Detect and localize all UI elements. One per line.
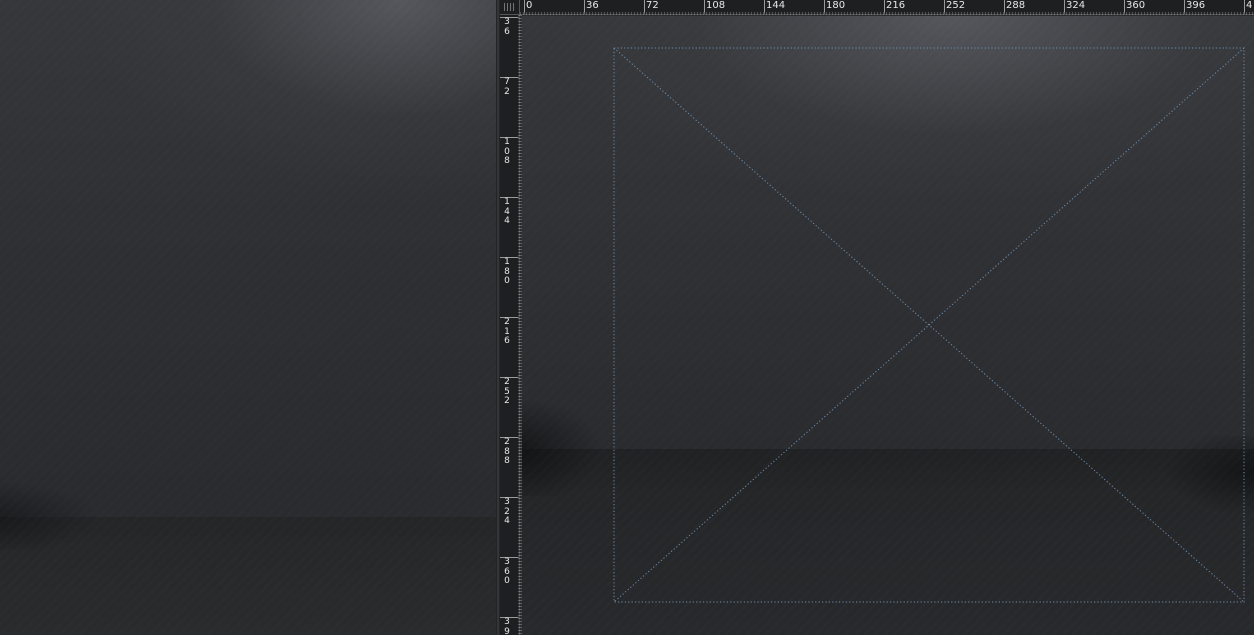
ruler-tick-label: 288: [1006, 0, 1026, 11]
ruler-tick-label: 144: [766, 0, 786, 11]
ruler-tick-label: 396: [1186, 0, 1206, 11]
image-placeholder-frame[interactable]: [522, 16, 1254, 635]
ruler-tick-label: 36: [504, 17, 510, 37]
ruler-tick-label: 360: [1126, 0, 1146, 11]
ruler-tick-label: 324: [504, 497, 510, 527]
ruler-tick-label: 36: [586, 0, 599, 11]
ruler-tick-label: 72: [504, 77, 510, 97]
ruler-tick-label: 180: [826, 0, 846, 11]
ruler-tick-label: 72: [646, 0, 659, 11]
ruler-tick-label: 216: [886, 0, 906, 11]
ruler-tick-label: 360: [504, 557, 510, 587]
ruler-tick-label: 180: [504, 257, 510, 287]
ruler-tick-label: 4: [1246, 0, 1253, 11]
ruler-origin-icon: [504, 3, 515, 11]
document-canvas[interactable]: [522, 16, 1254, 635]
ruler-origin[interactable]: [500, 0, 520, 15]
ruler-tick-label: 108: [504, 137, 510, 167]
ruler-tick-label: 252: [504, 377, 510, 407]
editor-window: 0 36 72 108 144 180 216 252 288 324 360 396 4 36 72 10…: [0, 0, 1254, 635]
ruler-tick-label: 108: [706, 0, 726, 11]
ruler-tick-label: 0: [526, 0, 533, 11]
ruler-tick-label: 39: [504, 617, 510, 635]
ruler-tick-label: 144: [504, 197, 510, 227]
ruler-tick-label: 288: [504, 437, 510, 467]
ruler-tick-label: 324: [1066, 0, 1086, 11]
reference-shadow: [0, 480, 100, 550]
ruler-tick-label: 252: [946, 0, 966, 11]
ruler-tick-label: 216: [504, 317, 510, 347]
vertical-ruler[interactable]: 36 72 108 144 180 216 252 288 324 360 39: [500, 15, 520, 635]
horizontal-ruler-ticks: [520, 12, 1254, 15]
reference-panel: [0, 0, 496, 635]
